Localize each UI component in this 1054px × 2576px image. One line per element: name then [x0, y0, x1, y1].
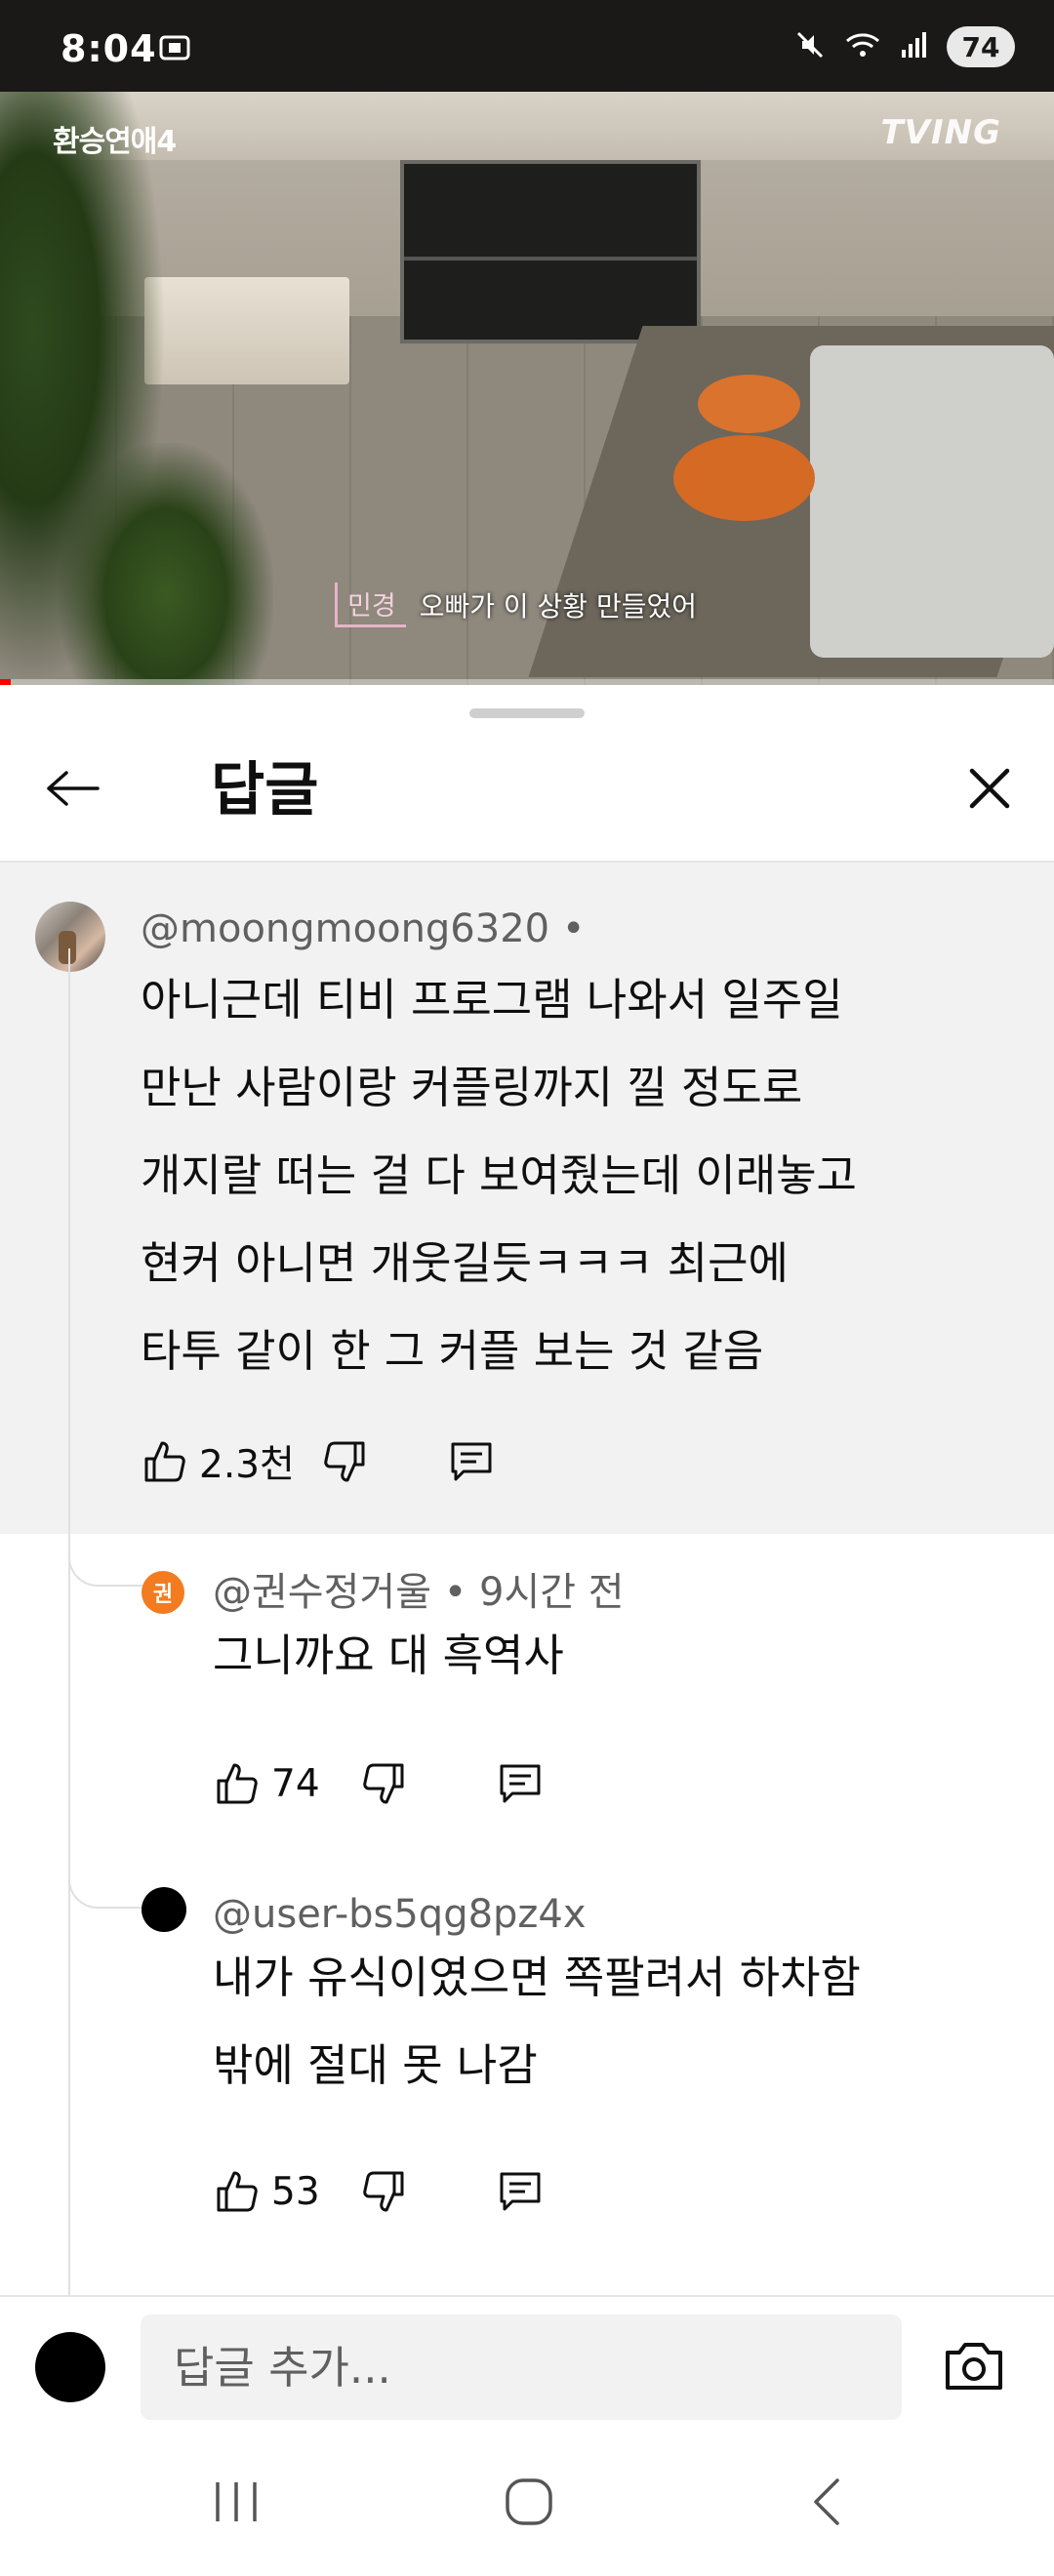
video-frame-door: [400, 160, 701, 343]
video-frame-sofa: [810, 345, 1054, 658]
subtitle-speaker: 민경: [335, 583, 406, 627]
comment-icon: [447, 1437, 496, 1486]
like-count: 74: [271, 1761, 320, 1806]
nav-back-button[interactable]: [787, 2467, 865, 2541]
video-frame-table: [673, 435, 815, 521]
drag-handle[interactable]: [469, 708, 585, 718]
close-icon: [968, 767, 1011, 814]
reply-composer: [0, 2295, 1054, 2434]
avatar[interactable]: [35, 902, 105, 972]
recents-button[interactable]: [197, 2467, 275, 2541]
close-button[interactable]: [953, 753, 1027, 827]
status-bar: 8:04 74: [0, 0, 1054, 92]
dislike-button[interactable]: [359, 1759, 408, 1808]
reply-input[interactable]: [141, 2314, 902, 2420]
avatar[interactable]: [35, 2332, 105, 2402]
video-player[interactable]: 환승연애4 TVING 민경 오빠가 이 상황 만들었어: [0, 92, 1054, 685]
sheet-title: 답글: [211, 756, 319, 825]
mute-icon: [794, 29, 826, 64]
thread-connector: [68, 1534, 144, 1587]
back-button[interactable]: [35, 753, 109, 827]
comment-text-line: 그니까요 대 흑역사: [213, 1630, 564, 1681]
avatar[interactable]: 권: [142, 1571, 184, 1614]
thumbs-down-icon: [359, 2167, 408, 2216]
wifi-icon: [843, 29, 882, 64]
battery-icon: 74: [947, 26, 1015, 67]
chevron-left-icon: [810, 2476, 841, 2531]
home-icon: [504, 2476, 554, 2531]
comment-actions: 53: [213, 2162, 545, 2221]
home-button[interactable]: [490, 2467, 568, 2541]
replies-sheet: 답글 @moongmoong6320 • 아니근데 티비 프로그램 나와서 일주…: [0, 685, 1054, 2576]
comment-actions: 74: [213, 1754, 545, 1813]
camera-icon: [942, 2339, 1006, 2397]
comment-text-line: 만난 사람이랑 커플링까지 낄 정도로: [141, 1062, 803, 1113]
comment-text-line: 내가 유식이였으면 쪽팔려서 하차함: [213, 1952, 861, 2003]
thumbs-up-icon: [141, 1437, 189, 1486]
comment-icon: [496, 2167, 545, 2216]
comment-text-line: 아니근데 티비 프로그램 나와서 일주일: [141, 974, 843, 1026]
comment-author[interactable]: @권수정거울 • 9시간 전: [213, 1569, 625, 1616]
video-frame-table: [698, 375, 800, 433]
comment-icon: [496, 1759, 545, 1808]
arrow-left-icon: [45, 769, 100, 812]
like-count: 53: [271, 2169, 320, 2214]
like-button[interactable]: 53: [213, 2167, 320, 2216]
recents-icon: [212, 2480, 261, 2527]
comment-actions: 2.3천: [141, 1432, 496, 1491]
dislike-button[interactable]: [359, 2167, 408, 2216]
thumbs-down-icon: [359, 1759, 408, 1808]
comment-text-line: 현커 아니면 개웃길듯ㅋㅋㅋ 최근에: [141, 1237, 789, 1289]
comment-author[interactable]: @user-bs5qg8pz4x: [213, 1891, 587, 1938]
sheet-header: 답글: [0, 724, 1054, 863]
screen-record-icon: [158, 32, 191, 63]
video-subtitle: 민경 오빠가 이 상황 만들었어: [335, 583, 697, 627]
signal-icon: [900, 30, 929, 63]
avatar[interactable]: [142, 1887, 186, 1932]
video-frame-plant: [59, 443, 273, 685]
comment-text-line: 타투 같이 한 그 커플 보는 것 같음: [141, 1325, 764, 1377]
broadcaster-logo: TVING: [880, 113, 1001, 152]
thumbs-down-icon: [320, 1437, 369, 1486]
comment-author[interactable]: @moongmoong6320 •: [141, 906, 585, 952]
dislike-button[interactable]: [320, 1437, 369, 1486]
camera-button[interactable]: [937, 2334, 1011, 2402]
video-frame-desk: [144, 277, 349, 384]
system-nav-bar: [0, 2432, 1054, 2576]
status-time: 8:04: [61, 27, 157, 70]
like-count: 2.3천: [199, 1443, 295, 1487]
reply-button[interactable]: [496, 1759, 545, 1808]
like-button[interactable]: 2.3천: [141, 1434, 295, 1489]
thread-connector: [68, 1856, 144, 1909]
reply-button[interactable]: [496, 2167, 545, 2216]
thumbs-up-icon: [213, 1759, 262, 1808]
thumbs-up-icon: [213, 2167, 262, 2216]
status-icons: 74: [794, 25, 1015, 68]
comment-text-line: 밖에 절대 못 나감: [213, 2039, 538, 2091]
like-button[interactable]: 74: [213, 1759, 320, 1808]
subtitle-text: 오빠가 이 상황 만들었어: [419, 590, 697, 623]
parent-comment: @moongmoong6320 • 아니근데 티비 프로그램 나와서 일주일 만…: [0, 863, 1054, 1534]
reply-button[interactable]: [447, 1437, 496, 1486]
video-progress-fill: [0, 679, 11, 685]
show-logo: 환승연애4: [53, 125, 177, 159]
comment-text-line: 개지랄 떠는 걸 다 보여줬는데 이래놓고: [141, 1149, 857, 1201]
